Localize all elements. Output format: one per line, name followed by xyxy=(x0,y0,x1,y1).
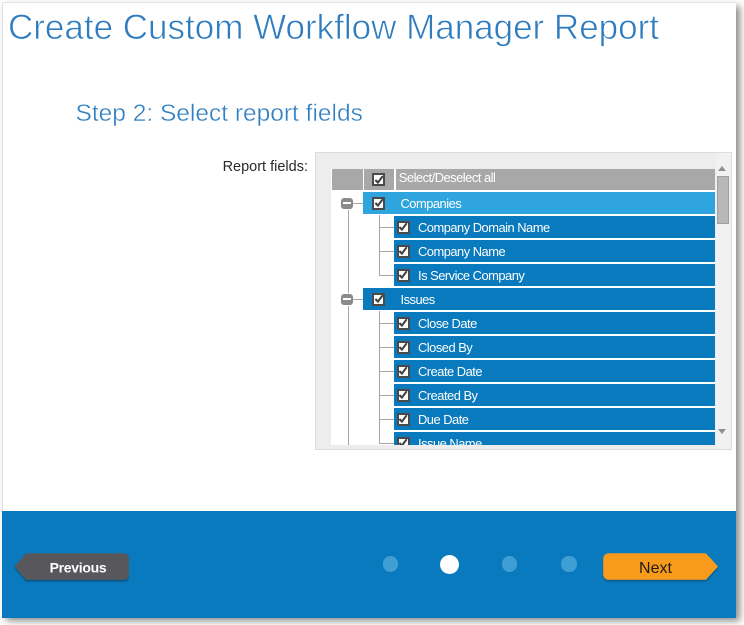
svg-text:Previous: Previous xyxy=(49,559,106,575)
svg-text:Next: Next xyxy=(639,560,672,577)
